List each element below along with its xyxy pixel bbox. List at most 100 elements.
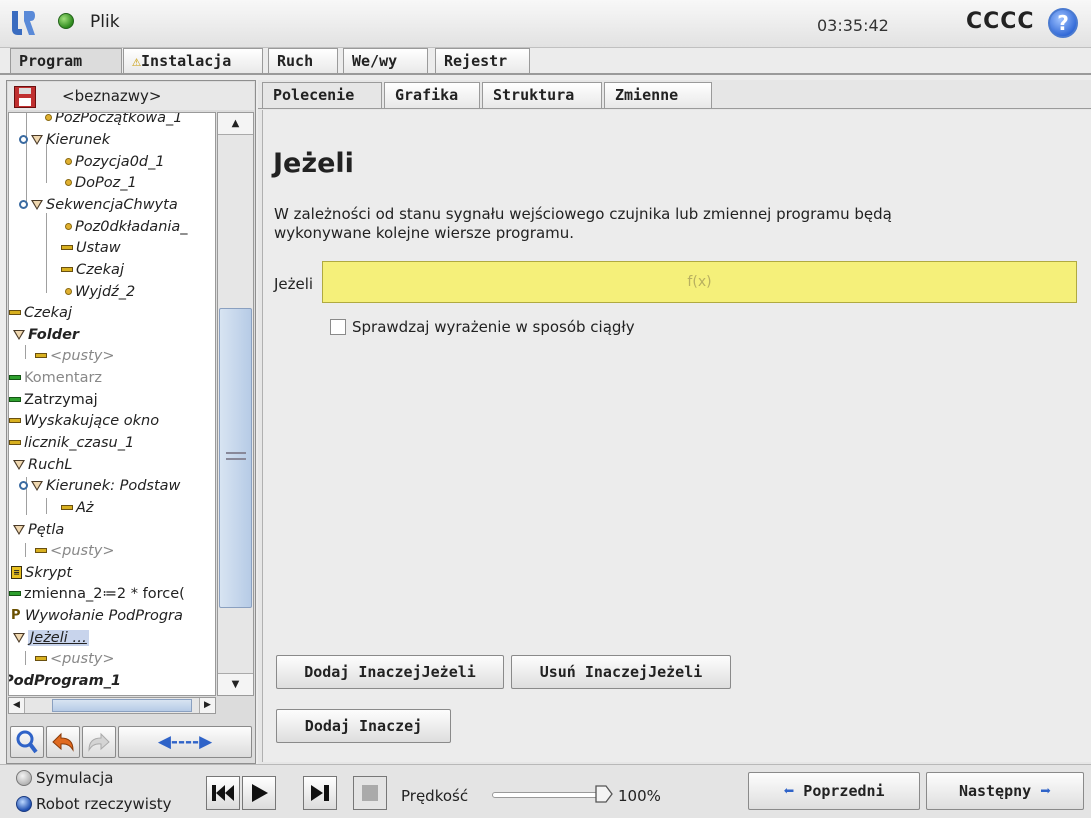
expand-triangle-icon[interactable]: [13, 459, 25, 470]
tab-label: We/wy: [352, 52, 398, 70]
tree-node[interactable]: RuchL: [13, 454, 73, 475]
tree-node[interactable]: zmienna_2≔2 * force(: [9, 583, 185, 604]
tree-node[interactable]: Ustaw: [61, 237, 121, 258]
page-title: Jeżeli: [273, 148, 354, 179]
tree-line: [25, 651, 26, 665]
stop-button[interactable]: [353, 776, 387, 810]
timer-icon: [9, 440, 21, 445]
expand-triangle-icon[interactable]: [13, 329, 25, 340]
tab-instalacja[interactable]: ⚠Instalacja: [123, 48, 263, 74]
tree-node[interactable]: PozPoczątkowa_1: [45, 113, 182, 128]
description-line: W zależności od stanu sygnału wejścioweg…: [274, 205, 892, 223]
real-robot-label[interactable]: Robot rzeczywisty: [36, 795, 172, 813]
tab-we-wy[interactable]: We/wy: [343, 48, 428, 74]
tree-node-selected[interactable]: Jeżeli …: [13, 627, 89, 648]
expression-input[interactable]: f(x): [322, 261, 1077, 303]
simulation-label[interactable]: Symulacja: [36, 769, 113, 787]
tree-node[interactable]: PodProgram_1: [9, 670, 121, 691]
scroll-right-arrow-icon[interactable]: ▶: [199, 698, 215, 713]
search-icon: [16, 730, 38, 754]
tab-label: Program: [19, 52, 83, 70]
file-status-icon[interactable]: [58, 13, 74, 29]
tree-node[interactable]: Poz0dkładania_: [65, 216, 188, 237]
previous-label: Poprzedni: [803, 782, 885, 800]
previous-button[interactable]: ⬅ Poprzedni: [748, 772, 920, 810]
tab-grafika[interactable]: Grafika: [384, 82, 480, 108]
tree-node[interactable]: Folder: [13, 324, 79, 345]
move-arrows-icon: ◀----▶: [157, 732, 213, 752]
tree-node[interactable]: Pętla: [13, 519, 64, 540]
redo-button[interactable]: [82, 726, 116, 758]
assignment-icon: [9, 591, 21, 596]
robot-name: CCCC: [966, 9, 1035, 34]
step-button[interactable]: [303, 776, 337, 810]
tab-zmienne[interactable]: Zmienne: [604, 82, 712, 108]
tree-node[interactable]: Zatrzymaj: [9, 389, 98, 410]
continuous-check-label[interactable]: Sprawdzaj wyrażenie w sposób ciągły: [352, 318, 635, 336]
popup-icon: [9, 418, 21, 423]
tree-node[interactable]: Wyskakujące okno: [9, 410, 159, 431]
real-robot-radio[interactable]: [16, 796, 32, 812]
tree-node[interactable]: DoPoz_1: [65, 172, 137, 193]
tree-node[interactable]: Czekaj: [61, 259, 124, 280]
add-elseif-button[interactable]: Dodaj InaczejJeżeli: [276, 655, 504, 689]
speed-slider-handle[interactable]: [594, 784, 614, 804]
search-button[interactable]: [10, 726, 44, 758]
help-icon[interactable]: ?: [1048, 8, 1078, 38]
tab-ruch[interactable]: Ruch: [268, 48, 338, 74]
tree-node[interactable]: Czekaj: [9, 302, 72, 323]
simulation-radio[interactable]: [16, 770, 32, 786]
tab-program[interactable]: Program: [10, 48, 122, 74]
tree-node[interactable]: <pusty>: [35, 648, 115, 669]
move-node-button[interactable]: ◀----▶: [118, 726, 252, 758]
tab-divider: [258, 108, 1091, 109]
undo-button[interactable]: [46, 726, 80, 758]
tree-node[interactable]: Kierunek: [19, 129, 110, 150]
tree-node[interactable]: <pusty>: [35, 345, 115, 366]
file-menu[interactable]: Plik: [90, 12, 120, 32]
continuous-check-checkbox[interactable]: [330, 319, 346, 335]
scroll-down-arrow-icon[interactable]: ▼: [218, 673, 253, 695]
tree-node[interactable]: Komentarz: [9, 367, 102, 388]
tree-node[interactable]: ≡ Skrypt: [11, 562, 72, 583]
scroll-up-arrow-icon[interactable]: ▲: [218, 113, 253, 135]
program-tree[interactable]: PozPoczątkowa_1 Kierunek Pozycja0d_1 DoP…: [8, 112, 216, 696]
tab-struktura[interactable]: Struktura: [482, 82, 602, 108]
speed-slider[interactable]: [492, 792, 604, 798]
add-else-button[interactable]: Dodaj Inaczej: [276, 709, 451, 743]
waypoint-icon: [65, 288, 72, 295]
tree-node[interactable]: SekwencjaChwyta: [19, 194, 178, 215]
tab-rejestr[interactable]: Rejestr: [435, 48, 530, 74]
scrollbar-grip-icon: [226, 452, 246, 460]
expand-triangle-icon[interactable]: [13, 632, 25, 643]
expand-triangle-icon[interactable]: [31, 134, 43, 145]
command-icon: [61, 245, 73, 250]
play-button[interactable]: [242, 776, 276, 810]
comment-icon: [9, 375, 21, 380]
remove-elseif-button[interactable]: Usuń InaczejJeżeli: [511, 655, 731, 689]
expand-triangle-icon[interactable]: [13, 524, 25, 535]
tree-node[interactable]: <pusty>: [35, 540, 115, 561]
title-bar: [0, 0, 1091, 48]
description-line: wykonywane kolejne wiersze programu.: [274, 224, 575, 242]
scrollbar-thumb[interactable]: [52, 699, 192, 712]
expand-triangle-icon[interactable]: [31, 199, 43, 210]
step-forward-icon: [311, 785, 329, 801]
command-icon: [9, 310, 21, 315]
tree-node[interactable]: licznik_czasu_1: [9, 432, 134, 453]
tree-node[interactable]: Kierunek: Podstaw: [19, 475, 180, 496]
save-icon[interactable]: [14, 86, 36, 108]
tab-polecenie[interactable]: Polecenie: [262, 82, 382, 108]
skip-to-start-button[interactable]: [206, 776, 240, 810]
skip-back-icon: [212, 785, 234, 801]
expand-triangle-icon[interactable]: [31, 480, 43, 491]
tree-node[interactable]: Wyjdź_2: [65, 281, 135, 302]
scroll-left-arrow-icon[interactable]: ◀: [9, 698, 25, 713]
waypoint-icon: [65, 179, 72, 186]
ur-logo-icon: [12, 11, 35, 35]
tree-node[interactable]: P Wywołanie PodProgra: [11, 605, 183, 626]
next-button[interactable]: Następny ➡: [926, 772, 1084, 810]
tree-node[interactable]: Aż: [61, 497, 94, 518]
tree-node[interactable]: Pozycja0d_1: [65, 151, 165, 172]
tab-label: Rejestr: [444, 52, 508, 70]
